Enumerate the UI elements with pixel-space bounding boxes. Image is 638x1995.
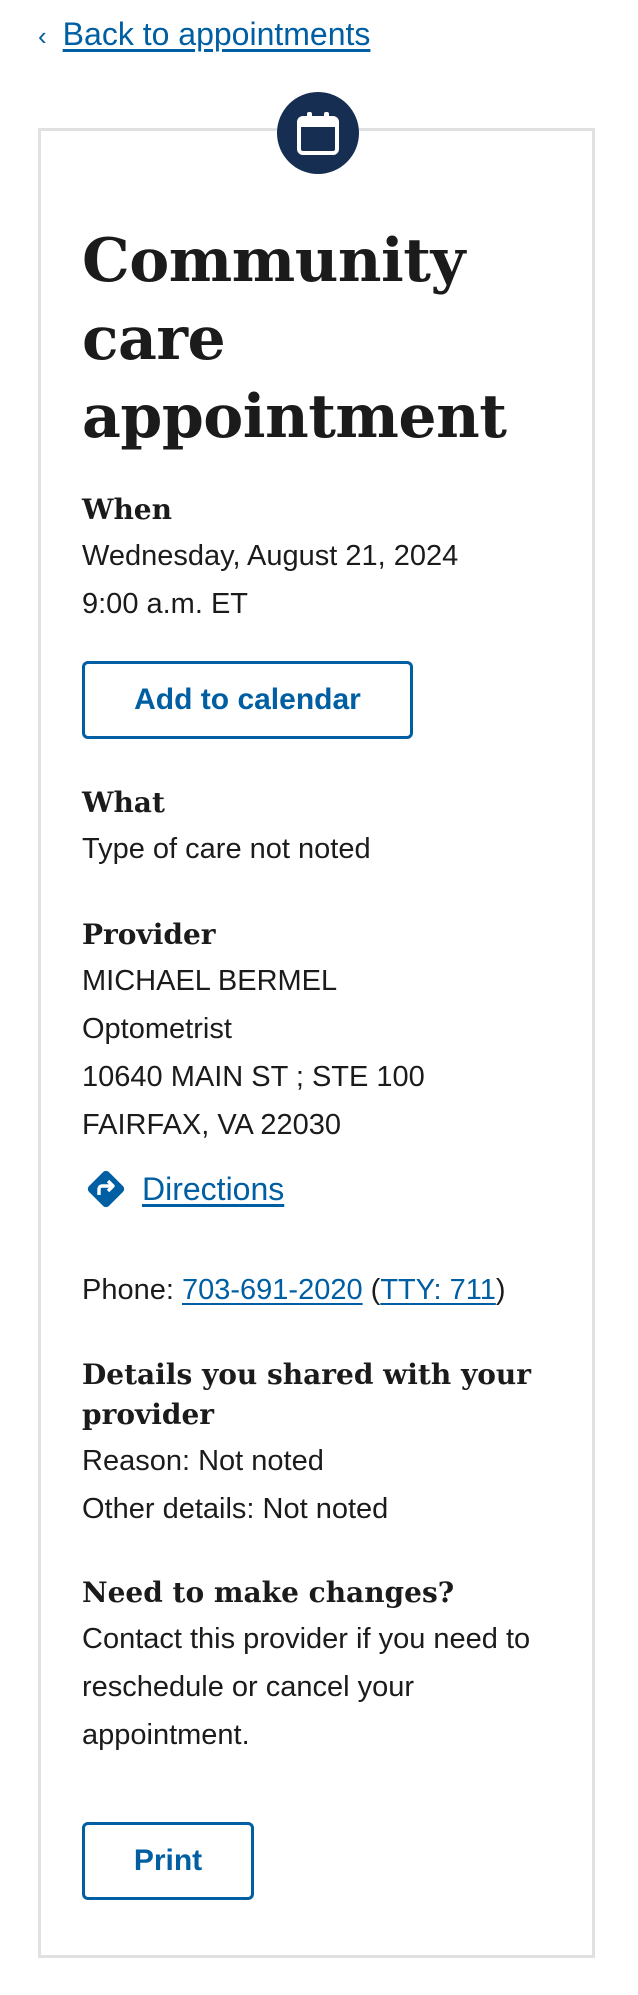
directions-icon [87, 1170, 125, 1208]
calendar-icon [297, 112, 339, 155]
phone-link[interactable]: 703-691-2020 [182, 1274, 363, 1306]
page-title: Community care appointment [82, 226, 507, 452]
tty-link[interactable]: TTY: 711 [380, 1274, 496, 1306]
provider-address-line1: 10640 MAIN ST ; STE 100 [82, 1061, 425, 1093]
directions-label: Directions [142, 1170, 285, 1207]
chevron-left-icon: ‹ [38, 20, 47, 51]
directions-link[interactable]: Directions [84, 1167, 284, 1211]
details-section: Details you shared with your provider Re… [82, 1355, 562, 1533]
type-of-care: Type of care not noted [82, 833, 371, 865]
provider-heading: Provider [82, 918, 216, 951]
when-heading: When [82, 493, 172, 526]
changes-heading: Need to make changes? [82, 1576, 455, 1609]
phone-line: Phone: 703-691-2020 (TTY: 711) [82, 1266, 582, 1314]
provider-specialty: Optometrist [82, 1013, 232, 1045]
print-button[interactable]: Print [82, 1822, 254, 1900]
add-to-calendar-button[interactable]: Add to calendar [82, 661, 413, 739]
phone-prefix: Phone: [82, 1274, 182, 1306]
details-reason: Reason: Not noted [82, 1445, 324, 1477]
back-to-appointments-link[interactable]: ‹ Back to appointments [38, 16, 370, 53]
provider-section: Provider MICHAEL BERMEL Optometrist 1064… [82, 915, 582, 1149]
back-link-label: Back to appointments [62, 16, 371, 52]
what-heading: What [82, 786, 165, 819]
provider-name: MICHAEL BERMEL [82, 965, 338, 997]
what-section: What Type of care not noted [82, 783, 582, 873]
appointment-date: Wednesday, August 21, 2024 [82, 540, 459, 572]
tty-open: ( [362, 1274, 381, 1306]
provider-address-line2: FAIRFAX, VA 22030 [82, 1109, 342, 1141]
when-section: When Wednesday, August 21, 2024 9:00 a.m… [82, 490, 582, 628]
details-heading: Details you shared with your provider [82, 1358, 531, 1431]
details-other: Other details: Not noted [82, 1493, 389, 1525]
calendar-badge [277, 92, 359, 174]
changes-text: Contact this provider if you need to res… [82, 1623, 531, 1751]
appointment-time: 9:00 a.m. ET [82, 588, 249, 620]
tty-close: ) [495, 1274, 506, 1306]
changes-section: Need to make changes? Contact this provi… [82, 1573, 572, 1759]
